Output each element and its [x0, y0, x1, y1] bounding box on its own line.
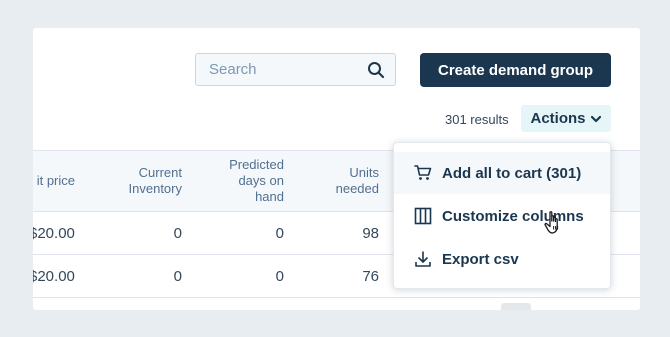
header-units-needed[interactable]: Units needed [293, 151, 379, 211]
pagination-chip[interactable] [501, 303, 531, 310]
columns-icon [414, 207, 432, 225]
search-box[interactable] [195, 53, 396, 86]
menu-item-customize-columns[interactable]: Customize columns [394, 195, 610, 237]
cart-icon [414, 165, 432, 180]
cell-inventory: 0 [173, 267, 182, 285]
results-count: 301 results [445, 112, 509, 127]
cell-price: $20.00 [33, 267, 75, 285]
hand-pointer-cursor-icon [544, 211, 559, 234]
menu-item-label: Export csv [442, 250, 519, 268]
cell-units: 98 [362, 224, 379, 242]
content-card: Create demand group 301 results Actions … [33, 28, 640, 310]
cell-predicted: 0 [275, 267, 284, 285]
search-input[interactable] [196, 54, 369, 85]
actions-label: Actions [530, 110, 586, 127]
menu-item-export-csv[interactable]: Export csv [394, 238, 610, 280]
cell-inventory: 0 [173, 224, 182, 242]
download-icon [415, 251, 431, 267]
menu-item-add-all-to-cart[interactable]: Add all to cart (301) [394, 152, 610, 194]
actions-button[interactable]: Actions [521, 105, 611, 132]
header-current-inventory[interactable]: Current Inventory [93, 151, 182, 211]
cell-predicted: 0 [275, 224, 284, 242]
cell-units: 76 [362, 267, 379, 285]
header-predicted-days[interactable]: Predicted days on hand [193, 151, 284, 211]
search-icon[interactable] [367, 61, 385, 79]
actions-dropdown-menu: Add all to cart (301) Customize columns … [393, 142, 611, 289]
menu-item-label: Add all to cart (301) [442, 164, 582, 182]
create-demand-group-button[interactable]: Create demand group [420, 53, 611, 87]
header-unit-price[interactable]: it price [33, 151, 75, 211]
chevron-down-icon [590, 115, 601, 122]
cell-price: $20.00 [33, 224, 75, 242]
